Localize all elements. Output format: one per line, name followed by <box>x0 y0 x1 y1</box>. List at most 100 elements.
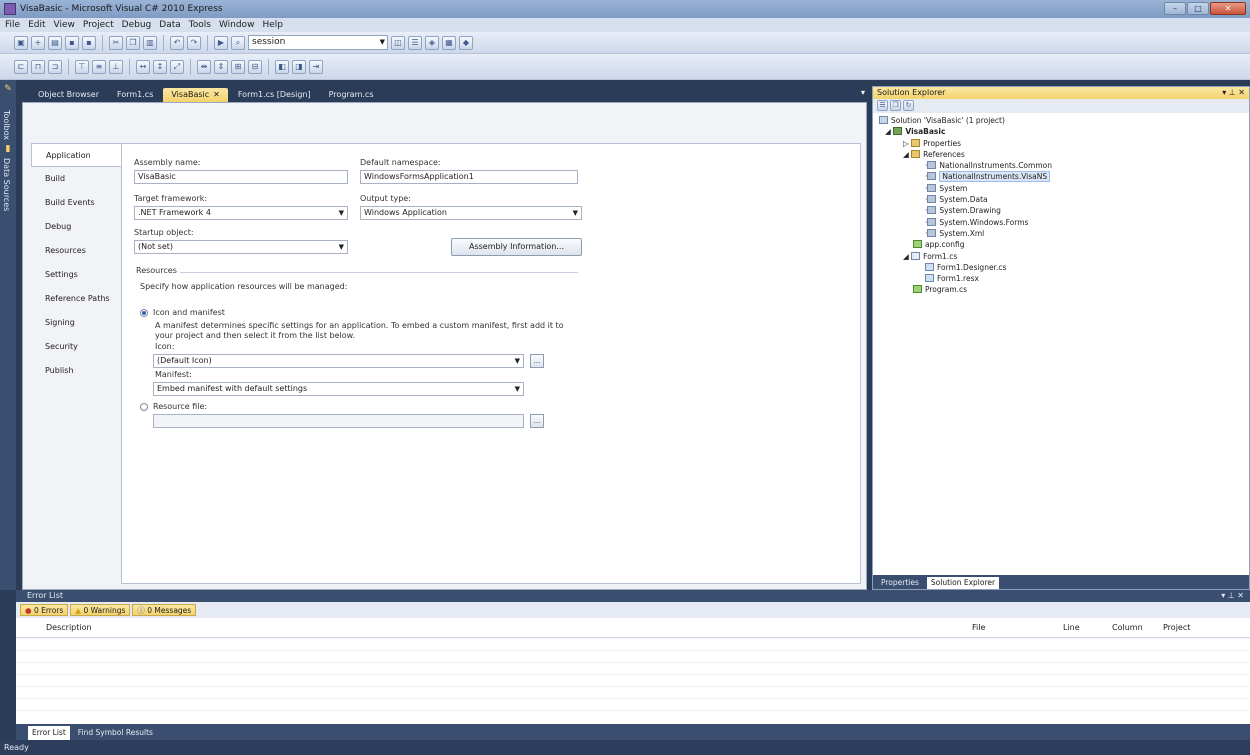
tree-node[interactable]: · NationalInstruments.Common <box>873 160 1249 171</box>
configuration-combo[interactable]: session ▼ <box>248 35 388 50</box>
tree-node[interactable]: ◢ References <box>873 149 1249 160</box>
minimize-button[interactable]: – <box>1164 2 1186 15</box>
menu-file[interactable]: File <box>5 20 20 30</box>
tab-program-cs[interactable]: Program.cs <box>321 88 382 102</box>
resource-file-browse-button[interactable]: ... <box>530 414 544 428</box>
object-browser-icon[interactable]: ◈ <box>425 35 439 50</box>
horizontal-spacing-icon[interactable]: ⇹ <box>197 59 211 74</box>
refresh-icon[interactable]: ↻ <box>903 100 914 111</box>
column-file[interactable]: File <box>972 623 985 632</box>
tree-node[interactable]: Form1.Designer.cs <box>873 262 1249 273</box>
toolbox-icon[interactable]: ▦ <box>442 35 456 50</box>
start-debugging-icon[interactable]: ▶ <box>214 35 228 50</box>
tab-form1-cs[interactable]: Form1.cs <box>109 88 161 102</box>
align-left-icon[interactable]: ⊏ <box>14 59 28 74</box>
open-icon[interactable]: ▤ <box>48 35 62 50</box>
panel-controls[interactable]: ▾ ⊥ ✕ <box>1221 590 1244 602</box>
tab-resources[interactable]: Resources <box>31 239 123 263</box>
align-bottom-icon[interactable]: ⊥ <box>109 59 123 74</box>
solution-explorer-icon[interactable]: ◫ <box>391 35 405 50</box>
icon-browse-button[interactable]: ... <box>530 354 544 368</box>
column-description[interactable]: Description <box>46 623 92 632</box>
maximize-button[interactable]: □ <box>1187 2 1209 15</box>
tab-build[interactable]: Build <box>31 167 123 191</box>
close-tab-icon[interactable]: ✕ <box>213 90 220 99</box>
make-same-height-icon[interactable]: ↕ <box>153 59 167 74</box>
tree-node[interactable]: Program.cs <box>873 284 1249 295</box>
menu-tools[interactable]: Tools <box>189 20 211 30</box>
send-to-back-icon[interactable]: ◨ <box>292 59 306 74</box>
center-vertically-icon[interactable]: ⊟ <box>248 59 262 74</box>
menu-help[interactable]: Help <box>262 20 283 30</box>
align-top-icon[interactable]: ⊤ <box>75 59 89 74</box>
tree-node[interactable]: app.config <box>873 239 1249 250</box>
target-framework-select[interactable]: .NET Framework 4 ▼ <box>134 206 348 220</box>
output-type-select[interactable]: Windows Application ▼ <box>360 206 582 220</box>
show-all-files-icon[interactable]: ❐ <box>890 100 901 111</box>
tree-node[interactable]: · System.Drawing <box>873 205 1249 216</box>
tree-node[interactable]: · System <box>873 183 1249 194</box>
startup-object-select[interactable]: (Not set) ▼ <box>134 240 348 254</box>
tab-properties[interactable]: Properties <box>877 577 923 589</box>
resource-file-radio[interactable] <box>140 403 148 411</box>
resource-file-input[interactable] <box>153 414 524 428</box>
manifest-select[interactable]: Embed manifest with default settings ▼ <box>153 382 524 396</box>
errors-filter-button[interactable]: ● 0 Errors <box>20 604 69 616</box>
tab-build-events[interactable]: Build Events <box>31 191 123 215</box>
tree-node[interactable]: ◢ Form1.cs <box>873 251 1249 262</box>
data-sources-tab[interactable]: Data Sources <box>0 154 13 211</box>
tree-node[interactable]: · System.Windows.Forms <box>873 217 1249 228</box>
warnings-filter-button[interactable]: ▲ 0 Warnings <box>70 604 131 616</box>
tab-debug[interactable]: Debug <box>31 215 123 239</box>
toolbox-tab[interactable]: Toolbox <box>0 94 13 140</box>
make-same-width-icon[interactable]: ↔ <box>136 59 150 74</box>
tree-node[interactable]: ▷ Properties <box>873 138 1249 149</box>
column-project[interactable]: Project <box>1163 623 1190 632</box>
tab-list-dropdown-icon[interactable]: ▾ <box>861 88 865 97</box>
menu-data[interactable]: Data <box>159 20 181 30</box>
tab-security[interactable]: Security <box>31 335 123 359</box>
new-project-icon[interactable]: ▣ <box>14 35 28 50</box>
extension-manager-icon[interactable]: ◆ <box>459 35 473 50</box>
tab-settings[interactable]: Settings <box>31 263 123 287</box>
save-all-icon[interactable]: ▪ <box>82 35 96 50</box>
assembly-information-button[interactable]: Assembly Information... <box>451 238 582 256</box>
column-line[interactable]: Line <box>1063 623 1080 632</box>
tab-error-list[interactable]: Error List <box>28 726 70 740</box>
add-item-icon[interactable]: + <box>31 35 45 50</box>
tab-visabasic[interactable]: VisaBasic ✕ <box>163 88 228 102</box>
properties-icon[interactable]: ☰ <box>877 100 888 111</box>
find-icon[interactable]: ⌕ <box>231 35 245 50</box>
redo-icon[interactable]: ↷ <box>187 35 201 50</box>
tree-node[interactable]: Solution 'VisaBasic' (1 project) <box>873 115 1249 126</box>
copy-icon[interactable]: ❐ <box>126 35 140 50</box>
close-button[interactable]: ✕ <box>1210 2 1246 15</box>
bring-to-front-icon[interactable]: ◧ <box>275 59 289 74</box>
menu-debug[interactable]: Debug <box>122 20 152 30</box>
menu-view[interactable]: View <box>54 20 75 30</box>
make-same-size-icon[interactable]: ⤢ <box>170 59 184 74</box>
vertical-spacing-icon[interactable]: ⇕ <box>214 59 228 74</box>
tab-object-browser[interactable]: Object Browser <box>30 88 107 102</box>
tab-application[interactable]: Application <box>31 143 123 167</box>
paste-icon[interactable]: ▥ <box>143 35 157 50</box>
tab-find-symbol-results[interactable]: Find Symbol Results <box>74 726 157 740</box>
toolbox-icon[interactable]: ✎ <box>0 84 16 94</box>
tree-node[interactable]: · System.Xml <box>873 228 1249 239</box>
tab-form1-design[interactable]: Form1.cs [Design] <box>230 88 319 102</box>
menu-project[interactable]: Project <box>83 20 114 30</box>
icon-select[interactable]: (Default Icon) ▼ <box>153 354 524 368</box>
align-right-icon[interactable]: ⊐ <box>48 59 62 74</box>
center-horizontally-icon[interactable]: ⊞ <box>231 59 245 74</box>
icon-manifest-radio[interactable] <box>140 309 148 317</box>
tree-node[interactable]: · System.Data <box>873 194 1249 205</box>
save-icon[interactable]: ▪ <box>65 35 79 50</box>
assembly-name-input[interactable]: VisaBasic <box>134 170 348 184</box>
undo-icon[interactable]: ↶ <box>170 35 184 50</box>
menu-window[interactable]: Window <box>219 20 255 30</box>
column-column[interactable]: Column <box>1112 623 1143 632</box>
tab-signing[interactable]: Signing <box>31 311 123 335</box>
tab-order-icon[interactable]: ⇥ <box>309 59 323 74</box>
cut-icon[interactable]: ✂ <box>109 35 123 50</box>
tab-reference-paths[interactable]: Reference Paths <box>31 287 123 311</box>
